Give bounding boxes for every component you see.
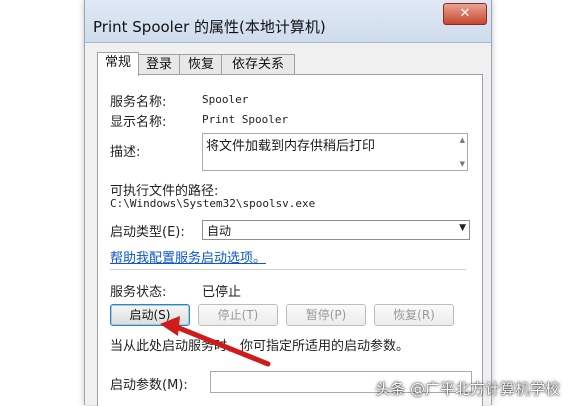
close-button[interactable]: ✕ bbox=[443, 3, 487, 25]
divider bbox=[110, 269, 466, 270]
display-name-label: 显示名称: bbox=[110, 115, 167, 130]
display-name-value: Print Spooler bbox=[202, 113, 289, 126]
description-label: 描述: bbox=[110, 145, 141, 160]
start-button[interactable]: 启动(S) bbox=[110, 304, 190, 326]
service-name-label: 服务名称: bbox=[110, 95, 167, 110]
description-text: 将文件加载到内存供稍后打印 bbox=[206, 139, 376, 154]
service-status-value: 已停止 bbox=[202, 285, 242, 300]
tab-logon[interactable]: 登录 bbox=[137, 54, 181, 75]
pause-button[interactable]: 暂停(P) bbox=[286, 304, 366, 326]
tab-general[interactable]: 常规 bbox=[97, 52, 139, 76]
help-configure-link[interactable]: 帮助我配置服务启动选项。 bbox=[110, 247, 266, 266]
start-params-label: 启动参数(M): bbox=[110, 378, 188, 393]
tab-dependencies[interactable]: 依存关系 bbox=[221, 54, 295, 75]
service-properties-dialog: Print Spooler 的属性(本地计算机) ✕ 常规 登录 恢复 依存关系… bbox=[84, 0, 492, 406]
service-status-label: 服务状态: bbox=[110, 285, 167, 300]
title-bar[interactable]: Print Spooler 的属性(本地计算机) ✕ bbox=[85, 0, 491, 43]
chevron-down-icon[interactable]: ▼ bbox=[459, 223, 466, 233]
startup-type-select[interactable]: 自动 ▼ bbox=[202, 220, 470, 240]
service-name-value: Spooler bbox=[202, 93, 249, 106]
startup-type-value: 自动 bbox=[207, 224, 232, 238]
scroll-down-icon[interactable]: ▼ bbox=[460, 160, 465, 168]
resume-button[interactable]: 恢复(R) bbox=[374, 304, 454, 326]
exe-path-value: C:\Windows\System32\spoolsv.exe bbox=[110, 197, 316, 210]
watermark: 头条 @广平北方计算机学校 bbox=[375, 380, 560, 398]
scroll-up-icon[interactable]: ▲ bbox=[460, 136, 465, 144]
window-title: Print Spooler 的属性(本地计算机) bbox=[93, 18, 326, 36]
general-tab-panel: 服务名称: Spooler 显示名称: Print Spooler 描述: 将文… bbox=[97, 74, 483, 406]
description-box[interactable]: 将文件加载到内存供稍后打印 ▲ ▼ bbox=[202, 133, 468, 171]
tab-recovery[interactable]: 恢复 bbox=[179, 54, 223, 75]
stop-button[interactable]: 停止(T) bbox=[198, 304, 278, 326]
startup-type-label: 启动类型(E): bbox=[110, 225, 185, 240]
close-icon: ✕ bbox=[459, 6, 471, 21]
start-params-hint: 当从此处启动服务时，你可指定所适用的启动参数。 bbox=[110, 339, 410, 354]
